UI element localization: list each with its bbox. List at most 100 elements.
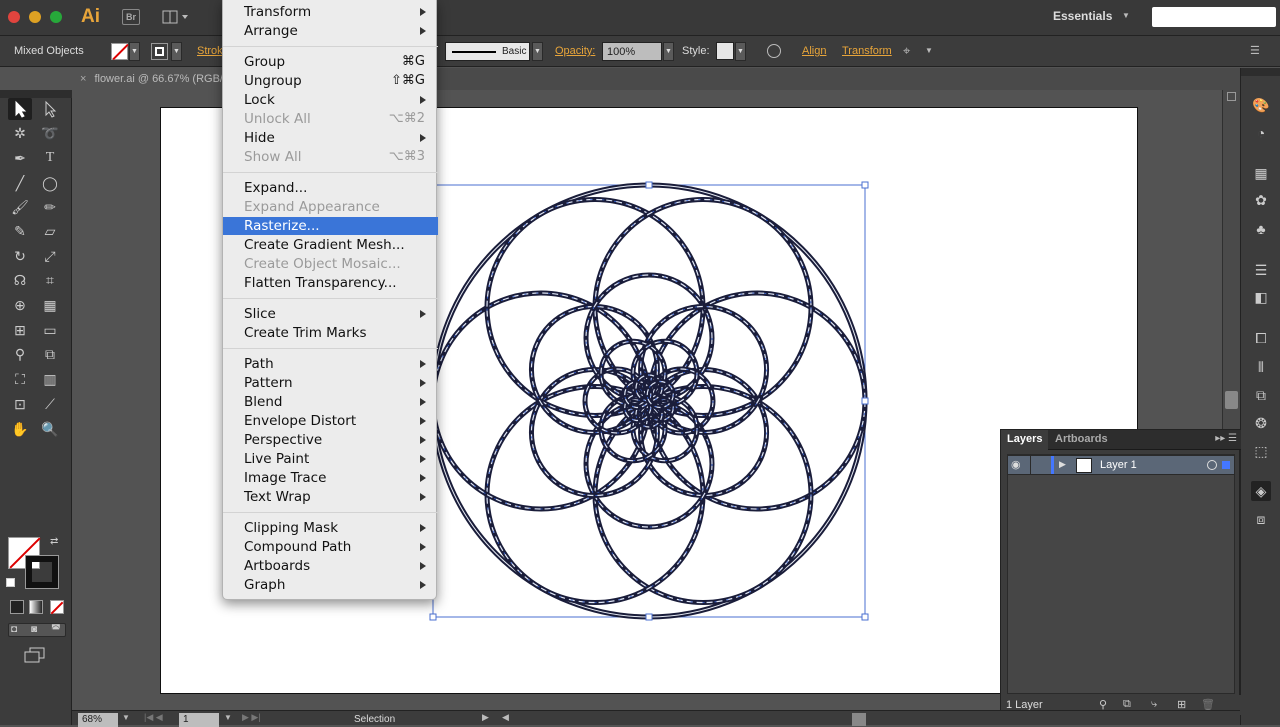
pathfinder-panel-icon[interactable]: ⧉ [1251,385,1271,405]
eraser-tool-icon[interactable]: ▱ [38,220,62,242]
dock-header[interactable] [1241,68,1280,76]
hand-tool-icon[interactable]: ✋ [8,418,32,440]
fill-swatch[interactable] [111,43,128,60]
arrange-documents-icon[interactable] [162,10,190,24]
swatches-icon[interactable]: ▦ [1251,163,1271,183]
blob-brush-tool-icon[interactable]: ✎ [8,220,32,242]
selection-tool-icon[interactable] [8,98,32,120]
visibility-eye-icon[interactable]: ◉ [1011,458,1027,472]
gradient-tool-icon[interactable]: ▭ [38,319,62,341]
direct-selection-tool-icon[interactable] [38,98,62,120]
eyedropper-tool-icon[interactable]: ⚲ [8,343,32,365]
column-graph-tool-icon[interactable]: ▥ [38,368,62,390]
menu-item-ungroup[interactable]: Ungroup ⇧⌘G [223,72,438,91]
menu-item-transform[interactable]: Transform [223,3,438,22]
lasso-tool-icon[interactable]: ➰ [38,122,62,144]
next-artboard-icon[interactable]: ▶ ▶| [242,712,261,723]
menu-item-create-trim-marks[interactable]: Create Trim Marks [223,324,438,343]
expand-layer-icon[interactable]: ▶ [1059,459,1066,470]
control-panel-menu-icon[interactable]: ☰ [1250,44,1260,57]
menu-item-unlock-all[interactable]: Unlock All ⌥⌘2 [223,110,438,129]
stroke-profile-dropdown[interactable]: ▼ [532,42,543,61]
close-tab-icon[interactable]: × [80,73,86,85]
draw-behind-icon[interactable]: ◙ [31,624,37,635]
menu-item-lock[interactable]: Lock [223,91,438,110]
symbols-icon[interactable]: ♣ [1251,219,1271,239]
layers-panel-icon[interactable]: ◈ [1251,481,1271,501]
screen-mode-icon[interactable] [24,647,46,663]
transform-link[interactable]: Transform [842,45,892,57]
menu-item-group[interactable]: Group ⌘G [223,53,438,72]
menu-item-expand[interactable]: Expand... [223,179,438,198]
transparency-panel-icon[interactable]: ⧠ [1251,328,1271,348]
opacity-field[interactable]: 100% [602,42,662,61]
menu-item-text-wrap[interactable]: Text Wrap [223,488,438,507]
zoom-tool-icon[interactable]: 🔍 [38,418,62,440]
magic-wand-tool-icon[interactable]: ✲ [8,122,32,144]
menu-item-graph[interactable]: Graph [223,576,438,595]
menu-item-show-all[interactable]: Show All ⌥⌘3 [223,148,438,167]
align-link[interactable]: Align [802,45,826,57]
search-input[interactable] [1152,7,1276,27]
menu-item-path[interactable]: Path [223,355,438,374]
rotate-tool-icon[interactable]: ↻ [8,245,32,267]
stroke-color-swatch[interactable] [25,555,59,589]
menu-item-expand-appearance[interactable]: Expand Appearance [223,198,438,217]
recolor-artwork-icon[interactable] [767,44,781,58]
default-fill-stroke-icon[interactable] [6,578,15,587]
tab-layers[interactable]: Layers [1001,430,1049,450]
none-mode-icon[interactable] [50,600,64,615]
menu-item-envelope-distort[interactable]: Envelope Distort [223,412,438,431]
blend-tool-icon[interactable]: ⧉ [38,343,62,365]
stroke-profile-select[interactable]: Basic [445,42,530,61]
pen-tool-icon[interactable]: ✒ [8,147,32,169]
tools-panel-header[interactable] [0,90,72,98]
menu-item-perspective[interactable]: Perspective [223,431,438,450]
zoom-dropdown-icon[interactable]: ▼ [122,713,130,722]
color-mode-icon[interactable] [10,600,24,614]
status-text[interactable]: Selection [354,714,395,725]
panel-menu-icon[interactable]: ▸▸ ☰ [1215,433,1237,444]
color-guide-icon[interactable]: 🎨 [1251,95,1271,115]
menu-item-artboards[interactable]: Artboards [223,557,438,576]
style-dropdown[interactable]: ▼ [735,42,746,61]
free-transform-tool-icon[interactable]: ⌗ [38,269,62,291]
menu-item-rasterize[interactable]: Rasterize... [223,217,438,235]
draw-normal-icon[interactable]: ◘ [11,624,17,635]
layer-name[interactable]: Layer 1 [1100,459,1137,471]
pencil-tool-icon[interactable]: ✏ [38,196,62,218]
layer-row[interactable]: ◉ ▶ Layer 1 [1007,455,1235,475]
horizontal-scroll-thumb[interactable] [852,713,866,726]
symbol-sprayer-tool-icon[interactable]: ⛶ [8,368,32,390]
minimize-window-button[interactable] [29,11,41,23]
stroke-swatch[interactable] [151,43,168,60]
isolate-icon[interactable]: ⌖ [903,43,910,59]
menu-item-flatten-transparency[interactable]: Flatten Transparency... [223,274,438,293]
vertical-scroll-thumb[interactable] [1225,391,1238,409]
swap-fill-stroke-icon[interactable]: ⇄ [50,536,58,547]
stroke-dropdown[interactable]: ▼ [171,42,182,61]
warp-tool-icon[interactable]: ☊ [8,269,32,291]
layer-target-icon[interactable] [1207,460,1217,470]
perspective-grid-tool-icon[interactable]: ▦ [38,294,62,316]
menu-item-clipping-mask[interactable]: Clipping Mask [223,519,438,538]
mesh-tool-icon[interactable]: ⊞ [8,319,32,341]
appearance-panel-icon[interactable]: ❂ [1251,413,1271,433]
color-panel-icon[interactable]: ◔ [1251,123,1271,143]
artboard-dropdown-icon[interactable]: ▼ [224,713,232,722]
document-tab[interactable]: × flower.ai @ 66.67% (RGB/ [72,68,232,90]
fill-dropdown[interactable]: ▼ [129,42,140,61]
type-tool-icon[interactable]: T [38,147,62,169]
draw-inside-icon[interactable]: ◚ [51,624,61,635]
menu-item-blend[interactable]: Blend [223,393,438,412]
scroll-left-icon[interactable]: ◀ [502,712,509,723]
graphic-styles-icon[interactable]: ⬚ [1251,441,1271,461]
gradient-mode-icon[interactable] [29,600,43,614]
opacity-link[interactable]: Opacity: [555,45,595,57]
graphic-style-swatch[interactable] [716,42,734,60]
chevron-down-icon[interactable]: ▼ [925,46,933,55]
stroke-panel-icon[interactable]: ☰ [1251,260,1271,280]
menu-item-live-paint[interactable]: Live Paint [223,450,438,469]
first-artboard-icon[interactable]: |◀ ◀ [144,712,163,723]
artboard-tool-icon[interactable]: ⊡ [8,393,32,415]
